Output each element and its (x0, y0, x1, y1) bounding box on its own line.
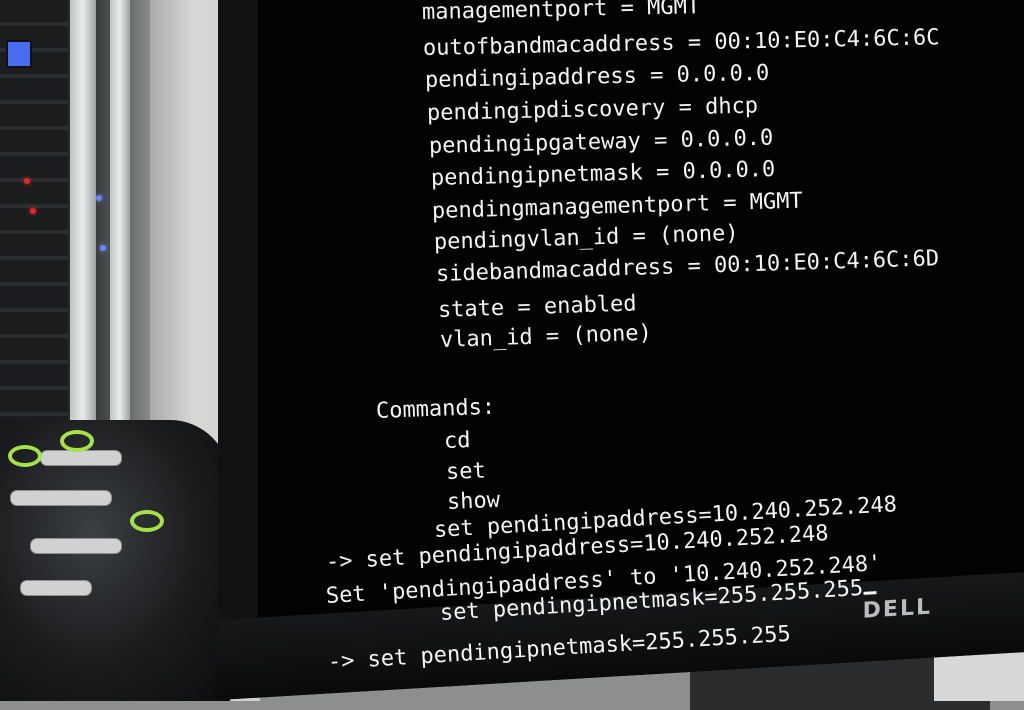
property-line: pendingvlan_id = (none) (433, 220, 739, 255)
property-line: outofbandmacaddress = 00:10:E0:C4:6C:6C (422, 25, 940, 61)
property-line: pendingipnetmask = 0.0.0.0 (430, 156, 776, 191)
commands-header: Commands: (375, 394, 496, 424)
history-line: -> set pendingipnetmask=255.255.255 (327, 621, 792, 675)
property-line: pendingipaddress = 0.0.0.0 (424, 60, 770, 93)
text-cursor-icon (863, 591, 877, 595)
command-item: set (445, 458, 487, 485)
property-line: pendingipdiscovery = dhcp (426, 93, 759, 126)
command-item: show (446, 487, 501, 515)
property-line: managementport = MGMT (421, 0, 701, 25)
terminal-output: managementport = MGMT outofbandmacaddres… (0, 0, 1024, 701)
property-line: sidebandmacaddress = 00:10:E0:C4:6C:6D (435, 246, 940, 287)
property-line: pendingipgateway = 0.0.0.0 (428, 125, 774, 159)
property-line: pendingmanagementport = MGMT (431, 188, 804, 224)
property-line: vlan_id = (none) (439, 320, 653, 353)
property-line: state = enabled (437, 291, 637, 323)
command-item: cd (443, 428, 471, 454)
